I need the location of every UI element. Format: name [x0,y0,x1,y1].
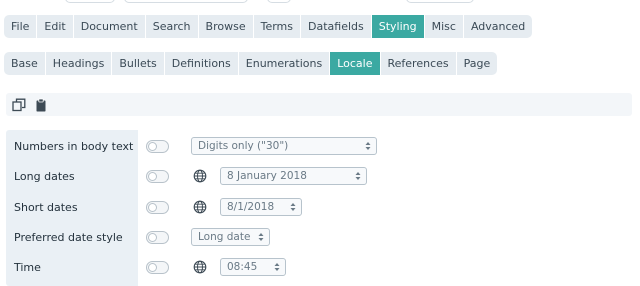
styling-sub-menu: Base Headings Bullets Definitions Enumer… [4,52,498,75]
subtab-bullets[interactable]: Bullets [112,52,165,75]
select-value: Digits only ("30") [198,140,289,152]
subtab-locale[interactable]: Locale [330,52,381,75]
globe-icon[interactable] [193,169,207,183]
settings-toolbar [6,93,632,116]
select-arrows-icon [355,172,361,180]
tab-misc[interactable]: Misc [425,15,464,38]
select-value: 8/1/2018 [227,201,275,213]
short-dates-toggle[interactable] [146,201,169,214]
tab-search[interactable]: Search [146,15,199,38]
select-value: 08:45 [227,261,258,273]
tab-styling[interactable]: Styling [371,15,425,38]
select-arrows-icon [274,263,280,271]
setting-label: Preferred date style [14,231,123,244]
date-style-select[interactable]: Long date [191,228,270,246]
setting-label: Long dates [14,170,75,183]
numbers-select[interactable]: Digits only ("30") [191,137,377,155]
numbers-toggle[interactable] [146,140,169,153]
partial-control-top [65,0,115,3]
main-menu-bar: File Edit Document Search Browse Terms D… [4,15,533,38]
toggle-knob [148,172,157,181]
subtab-references[interactable]: References [381,52,457,75]
select-value: Long date [198,231,251,243]
tab-edit[interactable]: Edit [37,15,74,38]
locale-settings-panel: Numbers in body text Digits only ("30") … [6,130,632,286]
setting-label: Numbers in body text [14,140,134,153]
tab-advanced[interactable]: Advanced [464,15,532,38]
subtab-enumerations[interactable]: Enumerations [239,52,331,75]
subtab-definitions[interactable]: Definitions [165,52,239,75]
setting-row-time: Time 08:45 [6,253,632,283]
toggle-knob [148,203,157,212]
toggle-knob [148,142,157,151]
subtab-base[interactable]: Base [4,52,46,75]
long-dates-toggle[interactable] [146,170,169,183]
select-arrows-icon [365,142,371,150]
setting-row-long-dates: Long dates 8 January 2018 [6,162,632,192]
copy-icon[interactable] [12,98,26,112]
setting-label: Short dates [14,201,78,214]
toggle-knob [148,233,157,242]
setting-row-numbers: Numbers in body text Digits only ("30") [6,132,632,162]
setting-row-date-style: Preferred date style Long date [6,223,632,253]
globe-icon[interactable] [193,200,207,214]
toggle-knob [148,263,157,272]
tab-browse[interactable]: Browse [199,15,254,38]
time-toggle[interactable] [146,261,169,274]
partial-control-top [406,0,474,3]
time-select[interactable]: 08:45 [220,258,286,276]
subtab-page[interactable]: Page [457,52,498,75]
setting-label: Time [14,261,41,274]
long-dates-select[interactable]: 8 January 2018 [220,167,367,185]
tab-datafields[interactable]: Datafields [301,15,372,38]
date-style-toggle[interactable] [146,231,169,244]
partial-control-top [124,0,248,3]
select-arrows-icon [290,203,296,211]
subtab-headings[interactable]: Headings [46,52,113,75]
tab-terms[interactable]: Terms [254,15,301,38]
tab-document[interactable]: Document [74,15,146,38]
select-value: 8 January 2018 [227,170,307,182]
tab-file[interactable]: File [4,15,38,38]
clipboard-icon[interactable] [34,98,48,112]
globe-icon[interactable] [193,260,207,274]
setting-row-short-dates: Short dates 8/1/2018 [6,193,632,223]
partial-control-top [267,0,291,3]
select-arrows-icon [258,233,264,241]
short-dates-select[interactable]: 8/1/2018 [220,198,302,216]
